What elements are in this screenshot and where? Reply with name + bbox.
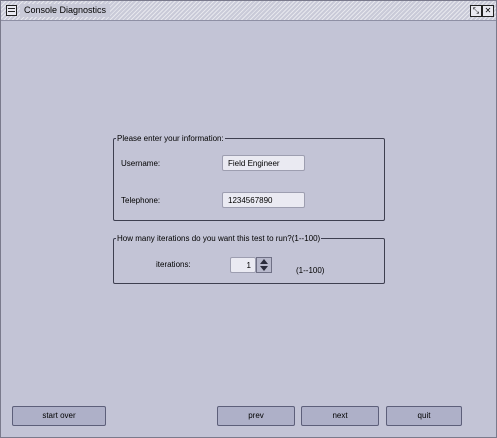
next-button[interactable]: next [301, 406, 379, 426]
user-info-legend: Please enter your information: [117, 134, 224, 143]
username-label: Username: [121, 159, 161, 168]
triangle-up-icon[interactable] [257, 258, 271, 265]
window-title: Console Diagnostics [20, 4, 111, 17]
close-icon[interactable]: ✕ [482, 5, 494, 17]
quit-button[interactable]: quit [386, 406, 462, 426]
iterations-spinner-input[interactable] [230, 257, 256, 273]
triangle-down-icon[interactable] [257, 265, 271, 272]
console-diagnostics-window: Console Diagnostics ⤡ ✕ Please enter you… [0, 0, 497, 438]
iterations-range-hint: (1--100) [296, 266, 325, 275]
username-field[interactable] [222, 155, 305, 171]
title-bar[interactable]: Console Diagnostics ⤡ ✕ [1, 1, 496, 21]
start-over-button[interactable]: start over [12, 406, 106, 426]
prev-button[interactable]: prev [217, 406, 295, 426]
iterations-spinner-buttons [256, 257, 272, 273]
iterations-legend: How many iterations do you want this tes… [117, 234, 321, 243]
window-menu-icon[interactable] [6, 5, 17, 16]
restore-icon[interactable]: ⤡ [470, 5, 482, 17]
telephone-field[interactable] [222, 192, 305, 208]
telephone-label: Telephone: [121, 196, 161, 205]
iterations-label: iterations: [156, 260, 191, 269]
